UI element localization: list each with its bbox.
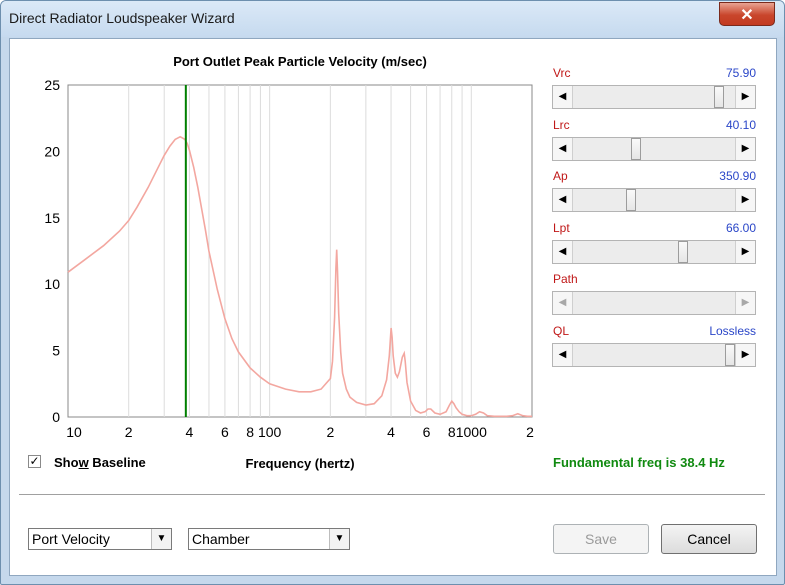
scroll-left-icon[interactable]: ◀ — [553, 241, 573, 263]
x-tick-label: 1000 — [456, 424, 487, 440]
y-tick-label: 0 — [52, 409, 60, 425]
y-tick-label: 25 — [44, 77, 60, 93]
scroll-thumb[interactable] — [725, 344, 735, 366]
scroll-thumb[interactable] — [677, 241, 688, 263]
scrollbar-ql[interactable]: ◀ ▶ — [552, 343, 756, 367]
slider-label-lrc: Lrc — [553, 118, 570, 132]
scroll-left-icon[interactable]: ◀ — [553, 189, 573, 211]
scrollbar-lrc[interactable]: ◀ ▶ — [552, 137, 756, 161]
chart-title: Port Outlet Peak Particle Velocity (m/se… — [173, 54, 427, 69]
slider-value-ql: Lossless — [709, 324, 756, 338]
check-icon: ✓ — [29, 454, 40, 468]
y-tick-label: 10 — [44, 276, 60, 292]
y-tick-label: 20 — [44, 143, 60, 159]
x-tick-label: 8 — [448, 424, 456, 440]
slider-label-path: Path — [553, 272, 578, 286]
x-tick-label: 2 — [526, 424, 534, 440]
x-tick-label: 6 — [221, 424, 229, 440]
slider-value-lpt: 66.00 — [725, 221, 756, 235]
slider-value-vrc: 75.90 — [725, 66, 756, 80]
scroll-left-icon[interactable]: ◀ — [553, 344, 573, 366]
slider-label-ql: QL — [553, 324, 570, 338]
scroll-right-icon[interactable]: ▶ — [735, 86, 755, 108]
x-tick-label: 100 — [258, 424, 282, 440]
scroll-left-icon[interactable]: ◀ — [553, 292, 573, 314]
scroll-thumb[interactable] — [626, 189, 637, 211]
scrollbar-vrc[interactable]: ◀ ▶ — [552, 85, 756, 109]
scroll-right-icon[interactable]: ▶ — [735, 189, 755, 211]
x-tick-label: 10 — [66, 424, 82, 440]
cancel-button[interactable]: Cancel — [661, 524, 757, 554]
show-baseline-label[interactable]: Show Baseline — [54, 455, 146, 470]
location-select[interactable]: Chamber ▼ — [188, 528, 350, 550]
save-button[interactable]: Save — [553, 524, 649, 554]
slider-label-vrc: Vrc — [553, 66, 571, 80]
scroll-thumb[interactable] — [714, 86, 725, 108]
show-baseline-label-pre: Sho — [54, 455, 79, 470]
x-tick-label: 8 — [246, 424, 254, 440]
x-tick-label: 4 — [186, 424, 194, 440]
plot-type-value: Port Velocity — [32, 531, 110, 547]
slider-label-lpt: Lpt — [553, 221, 570, 235]
scrollbar-ap[interactable]: ◀ ▶ — [552, 188, 756, 212]
scroll-right-icon[interactable]: ▶ — [735, 344, 755, 366]
location-value: Chamber — [192, 531, 250, 547]
plot-type-select[interactable]: Port Velocity ▼ — [28, 528, 172, 550]
slider-label-ap: Ap — [553, 169, 568, 183]
fundamental-frequency-text: Fundamental freq is 38.4 Hz — [553, 455, 725, 470]
scrollbar-lpt[interactable]: ◀ ▶ — [552, 240, 756, 264]
x-tick-label: 4 — [387, 424, 395, 440]
show-baseline-checkbox[interactable]: ✓ — [28, 455, 41, 468]
show-baseline-label-post: Baseline — [88, 455, 146, 470]
slider-value-lrc: 40.10 — [725, 118, 756, 132]
scroll-thumb[interactable] — [630, 138, 641, 160]
y-tick-label: 5 — [52, 343, 60, 359]
scroll-right-icon[interactable]: ▶ — [735, 138, 755, 160]
scroll-right-icon[interactable]: ▶ — [735, 292, 755, 314]
x-tick-label: 2 — [125, 424, 133, 440]
scroll-right-icon[interactable]: ▶ — [735, 241, 755, 263]
separator — [19, 494, 765, 496]
scroll-left-icon[interactable]: ◀ — [553, 138, 573, 160]
scrollbar-path[interactable]: ◀ ▶ — [552, 291, 756, 315]
x-tick-label: 2 — [326, 424, 334, 440]
x-tick-label: 6 — [423, 424, 431, 440]
slider-value-ap: 350.90 — [719, 169, 756, 183]
show-baseline-accel-key: w — [78, 455, 89, 470]
chevron-down-icon[interactable]: ▼ — [329, 529, 349, 549]
chevron-down-icon[interactable]: ▼ — [151, 529, 171, 549]
x-axis-label: Frequency (hertz) — [245, 456, 354, 471]
y-tick-label: 15 — [44, 210, 60, 226]
scroll-left-icon[interactable]: ◀ — [553, 86, 573, 108]
